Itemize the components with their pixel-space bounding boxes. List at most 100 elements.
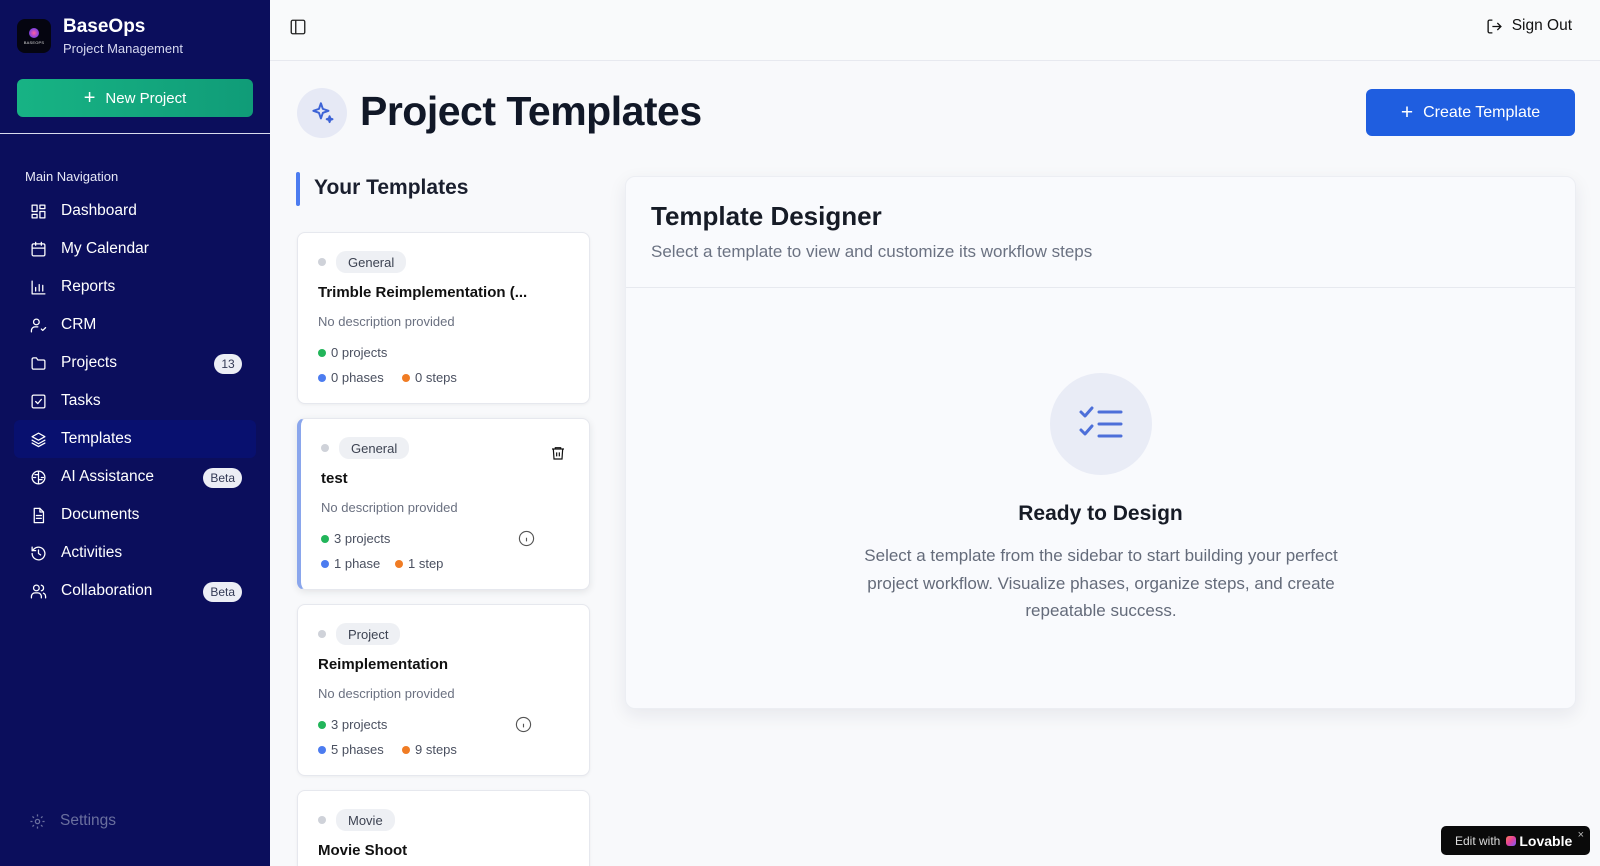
bar-chart-icon <box>29 278 47 296</box>
sidebar: BASEOPS BaseOps Project Management + New… <box>0 0 270 866</box>
sidebar-item-calendar[interactable]: My Calendar <box>14 230 256 268</box>
sidebar-item-activities[interactable]: Activities <box>14 534 256 572</box>
projects-count: 3 projects <box>331 717 388 732</box>
category-tag: Movie <box>336 809 395 831</box>
sidebar-item-crm[interactable]: CRM <box>14 306 256 344</box>
status-dot <box>318 630 326 638</box>
sidebar-item-templates[interactable]: Templates <box>14 420 256 458</box>
list-checks-icon <box>1050 373 1152 475</box>
category-tag: General <box>339 437 410 459</box>
delete-template-button[interactable] <box>550 444 566 462</box>
app-subtitle: Project Management <box>63 41 183 56</box>
logo-text: BASEOPS <box>23 39 45 45</box>
app-logo: BASEOPS <box>17 19 51 53</box>
steps-count: 0 steps <box>415 370 457 385</box>
user-check-icon <box>29 316 47 334</box>
plus-icon: + <box>83 87 96 109</box>
template-card[interactable]: Project Reimplementation No description … <box>297 604 590 776</box>
template-card-selected[interactable]: General test No description provided 3 p… <box>297 418 590 590</box>
beta-badge: Beta <box>203 468 242 488</box>
dashboard-icon <box>29 202 47 220</box>
sidebar-item-label: Activities <box>61 544 123 561</box>
settings-label: Settings <box>60 812 117 829</box>
empty-state-title: Ready to Design <box>1018 502 1183 525</box>
document-icon <box>29 506 47 524</box>
sidebar-item-projects[interactable]: Projects 13 <box>14 344 256 382</box>
sidebar-item-label: Dashboard <box>61 202 137 219</box>
sign-out-label: Sign Out <box>1511 17 1572 34</box>
trash-icon <box>552 447 564 460</box>
info-icon[interactable] <box>515 716 532 733</box>
sidebar-item-label: Projects <box>61 354 117 371</box>
sidebar-item-settings[interactable]: Settings <box>29 812 116 830</box>
gear-icon <box>30 813 45 829</box>
template-card[interactable]: General Trimble Reimplementation (... No… <box>297 232 590 404</box>
category-tag: Project <box>336 623 401 645</box>
new-project-label: New Project <box>105 89 187 107</box>
template-name: Trimble Reimplementation (... <box>318 284 528 301</box>
beta-badge: Beta <box>203 582 242 602</box>
template-name: Reimplementation <box>318 656 449 673</box>
layers-icon <box>29 430 47 448</box>
designer-subtitle: Select a template to view and customize … <box>651 242 1093 261</box>
info-icon[interactable] <box>518 530 535 547</box>
lovable-brand: Lovable <box>1519 832 1573 849</box>
new-project-button[interactable]: + New Project <box>17 79 253 117</box>
sidebar-toggle-button[interactable] <box>289 18 309 38</box>
sidebar-item-dashboard[interactable]: Dashboard <box>14 192 256 230</box>
status-dot <box>318 258 326 266</box>
lovable-heart-icon <box>1506 835 1517 846</box>
sidebar-item-label: Collaboration <box>61 582 153 599</box>
sign-out-button[interactable]: Sign Out <box>1486 17 1572 35</box>
template-designer-panel: Template Designer Select a template to v… <box>625 176 1576 709</box>
create-template-button[interactable]: + Create Template <box>1366 89 1575 136</box>
designer-title: Template Designer <box>651 201 882 231</box>
template-description: No description provided <box>318 686 455 701</box>
section-accent-bar <box>296 172 300 206</box>
steps-count: 9 steps <box>415 742 457 757</box>
log-out-icon <box>1487 18 1502 34</box>
status-dot <box>321 444 329 452</box>
sidebar-item-label: My Calendar <box>61 240 149 257</box>
phases-count: 1 phase <box>334 556 381 571</box>
sidebar-item-label: CRM <box>61 316 97 333</box>
edit-with-lovable-badge[interactable]: Edit with Lovable × <box>1441 826 1590 855</box>
lovable-prefix: Edit with <box>1455 833 1501 848</box>
sidebar-item-reports[interactable]: Reports <box>14 268 256 306</box>
phases-count: 0 phases <box>331 370 384 385</box>
page-title: Project Templates <box>360 88 702 134</box>
sidebar-item-collaboration[interactable]: Collaboration Beta <box>14 572 256 610</box>
sidebar-item-label: Tasks <box>61 392 101 409</box>
panel-left-icon <box>290 19 306 35</box>
empty-state-text: Select a template from the sidebar to st… <box>864 546 1338 620</box>
template-description: No description provided <box>318 314 455 329</box>
nav-heading: Main Navigation <box>25 169 119 184</box>
section-title: Your Templates <box>314 176 469 199</box>
checkbox-icon <box>29 392 47 410</box>
sidebar-item-documents[interactable]: Documents <box>14 496 256 534</box>
plus-icon: + <box>1400 101 1414 124</box>
brain-icon <box>29 468 47 486</box>
create-template-label: Create Template <box>1423 103 1541 121</box>
folder-icon <box>29 354 47 372</box>
steps-count: 1 step <box>408 556 444 571</box>
phases-count: 5 phases <box>331 742 384 757</box>
sidebar-item-ai-assistance[interactable]: AI Assistance Beta <box>14 458 256 496</box>
history-icon <box>29 544 47 562</box>
status-dot <box>318 816 326 824</box>
projects-count-badge: 13 <box>214 354 242 374</box>
sidebar-item-label: Reports <box>61 278 116 295</box>
close-icon[interactable]: × <box>1578 829 1584 841</box>
top-bar: Sign Out <box>270 0 1600 61</box>
sparkles-icon <box>297 88 347 138</box>
sidebar-item-label: Templates <box>61 430 132 447</box>
users-icon <box>29 582 47 600</box>
projects-count: 0 projects <box>331 345 388 360</box>
brand[interactable]: BASEOPS BaseOps Project Management <box>17 16 183 56</box>
template-name: Movie Shoot <box>318 842 408 859</box>
sidebar-divider <box>0 133 270 134</box>
sidebar-item-label: Documents <box>61 506 140 523</box>
app-name: BaseOps <box>63 16 146 37</box>
sidebar-item-tasks[interactable]: Tasks <box>14 382 256 420</box>
template-card[interactable]: Movie Movie Shoot <box>297 790 590 866</box>
